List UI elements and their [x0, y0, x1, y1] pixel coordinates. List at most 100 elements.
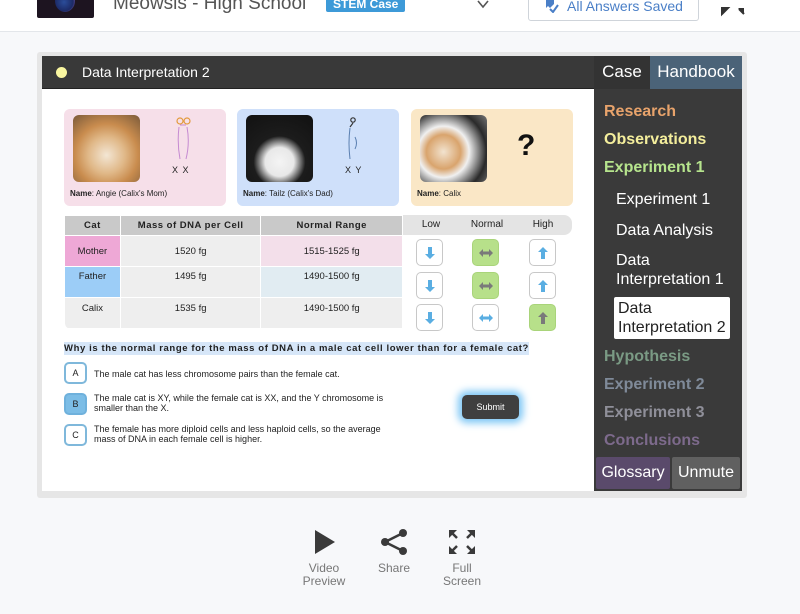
- normal-button-calix[interactable]: [472, 304, 499, 331]
- option-a-button[interactable]: A: [64, 362, 87, 384]
- normal-button-father[interactable]: [472, 272, 499, 299]
- table-row-calix: Calix 1535 fg 1490-1500 fg: [64, 297, 403, 329]
- all-answers-saved-button[interactable]: All Answers Saved: [528, 0, 699, 21]
- check-icon: [546, 0, 559, 13]
- dna-mass-table: Cat Mass of DNA per Cell Normal Range Mo…: [64, 215, 403, 329]
- glossary-button[interactable]: Glossary: [596, 457, 670, 489]
- cat-photo-calix: [420, 115, 487, 182]
- header-high: High: [532, 219, 554, 230]
- activity-title: Data Interpretation 2: [82, 64, 210, 80]
- nav-hypothesis[interactable]: Hypothesis: [604, 348, 690, 366]
- arrow-left-right-icon: [478, 281, 493, 290]
- nav-experiment-2[interactable]: Experiment 2: [604, 376, 704, 394]
- low-button-father[interactable]: [416, 272, 443, 299]
- case-sidebar: Case Handbook Research Observations Expe…: [594, 56, 742, 491]
- low-button-mother[interactable]: [416, 239, 443, 266]
- cat-name: Name: Tailz (Calix's Dad): [243, 189, 333, 198]
- table-header-row: Cat Mass of DNA per Cell Normal Range: [64, 215, 403, 236]
- nav-observations[interactable]: Observations: [604, 131, 706, 149]
- activity-title-bar: Data Interpretation 2: [42, 56, 594, 89]
- chromosome-label: X X: [172, 165, 190, 175]
- case-thumbnail[interactable]: [37, 0, 94, 18]
- share-button[interactable]: Share: [374, 528, 414, 575]
- play-icon: [315, 530, 335, 554]
- header-normal: Normal: [470, 219, 504, 230]
- cat-cell: Mother: [64, 235, 121, 267]
- arrow-down-icon: [424, 279, 435, 292]
- expand-icon[interactable]: [718, 0, 748, 20]
- arrow-left-right-icon: [478, 313, 493, 322]
- top-bar: Meowsis - High School STEM Case All Answ…: [0, 0, 800, 32]
- arrow-up-icon: [537, 279, 548, 292]
- rating-header: Low Normal High: [403, 215, 572, 235]
- option-c-button[interactable]: C: [64, 424, 87, 446]
- arrow-down-icon: [424, 246, 435, 259]
- arrow-left-right-icon: [478, 248, 493, 257]
- xx-chromosome-icon: [176, 117, 191, 160]
- nav-sub-data-interpretation-2[interactable]: Data Interpretation 2: [614, 297, 730, 339]
- submit-button[interactable]: Submit: [462, 395, 519, 419]
- nav-conclusions[interactable]: Conclusions: [604, 432, 700, 450]
- saved-status-text: All Answers Saved: [567, 0, 683, 14]
- table-row-father: Father 1495 fg 1490-1500 fg: [64, 266, 403, 298]
- header-mass: Mass of DNA per Cell: [119, 215, 262, 236]
- app-title: Meowsis - High School: [113, 0, 307, 14]
- high-button-mother[interactable]: [529, 239, 556, 266]
- cat-photo-angie: [73, 115, 140, 182]
- range-cell: 1490-1500 fg: [260, 266, 403, 298]
- mass-cell: 1535 fg: [119, 297, 262, 329]
- video-preview-label-2: Preview: [302, 574, 346, 588]
- unknown-chromosome-mark: ?: [517, 129, 536, 162]
- activity-frame: Data Interpretation 2 X X Name: Angie (C…: [42, 56, 742, 491]
- chromosome-label: X Y: [345, 165, 363, 175]
- status-dot-icon: [56, 67, 67, 78]
- table-row-mother: Mother 1520 fg 1515-1525 fg: [64, 235, 403, 267]
- cat-card-calix: ? Name: Calix: [411, 109, 573, 206]
- option-c-text[interactable]: The female has more diploid cells and le…: [94, 424, 404, 444]
- nav-research[interactable]: Research: [604, 103, 676, 121]
- cat-cell: Father: [64, 266, 121, 298]
- share-icon: [381, 529, 407, 555]
- option-a-text[interactable]: The male cat has less chromosome pairs t…: [94, 369, 404, 379]
- header-cat: Cat: [64, 215, 121, 236]
- nav-sub-data-analysis[interactable]: Data Analysis: [616, 221, 734, 240]
- tab-handbook[interactable]: Handbook: [650, 56, 742, 89]
- cat-cell: Calix: [64, 297, 121, 329]
- fullscreen-icon: [449, 530, 475, 554]
- header-low: Low: [421, 219, 441, 230]
- low-button-calix[interactable]: [416, 304, 443, 331]
- nav-sub-data-interpretation-1[interactable]: Data Interpretation 1: [616, 251, 734, 289]
- share-label: Share: [377, 561, 411, 575]
- cat-name: Name: Angie (Calix's Mom): [70, 189, 168, 198]
- video-preview-button[interactable]: Video Preview: [300, 528, 348, 588]
- xy-chromosome-icon: [348, 117, 357, 160]
- arrow-up-icon: [537, 311, 548, 324]
- cat-photo-tailz: [246, 115, 313, 182]
- high-button-calix[interactable]: [529, 304, 556, 331]
- arrow-up-icon: [537, 246, 548, 259]
- normal-button-mother[interactable]: [472, 239, 499, 266]
- header-range: Normal Range: [260, 215, 403, 236]
- nav-sub-experiment-1[interactable]: Experiment 1: [616, 190, 734, 209]
- nav-experiment-3[interactable]: Experiment 3: [604, 404, 704, 422]
- mass-cell: 1520 fg: [119, 235, 262, 267]
- range-cell: 1490-1500 fg: [260, 297, 403, 329]
- cat-card-mom: X X Name: Angie (Calix's Mom): [64, 109, 226, 206]
- question-text: Why is the normal range for the mass of …: [64, 342, 529, 355]
- high-button-father[interactable]: [529, 272, 556, 299]
- stem-case-badge: STEM Case: [326, 0, 406, 12]
- cat-name: Name: Calix: [417, 189, 462, 198]
- full-screen-button[interactable]: Full Screen: [440, 528, 484, 588]
- cat-card-dad: X Y Name: Tailz (Calix's Dad): [237, 109, 399, 206]
- tab-case[interactable]: Case: [594, 56, 650, 89]
- mass-cell: 1495 fg: [119, 266, 262, 298]
- arrow-down-icon: [424, 311, 435, 324]
- range-cell: 1515-1525 fg: [260, 235, 403, 267]
- unmute-button[interactable]: Unmute: [672, 457, 740, 489]
- option-b-text[interactable]: The male cat is XY, while the female cat…: [94, 393, 404, 413]
- chevron-down-icon[interactable]: [476, 0, 490, 11]
- nav-experiment-1[interactable]: Experiment 1: [604, 159, 704, 177]
- full-screen-label-2: Screen: [442, 574, 482, 588]
- option-b-button[interactable]: B: [64, 393, 87, 415]
- cell-orb-image: [55, 0, 75, 12]
